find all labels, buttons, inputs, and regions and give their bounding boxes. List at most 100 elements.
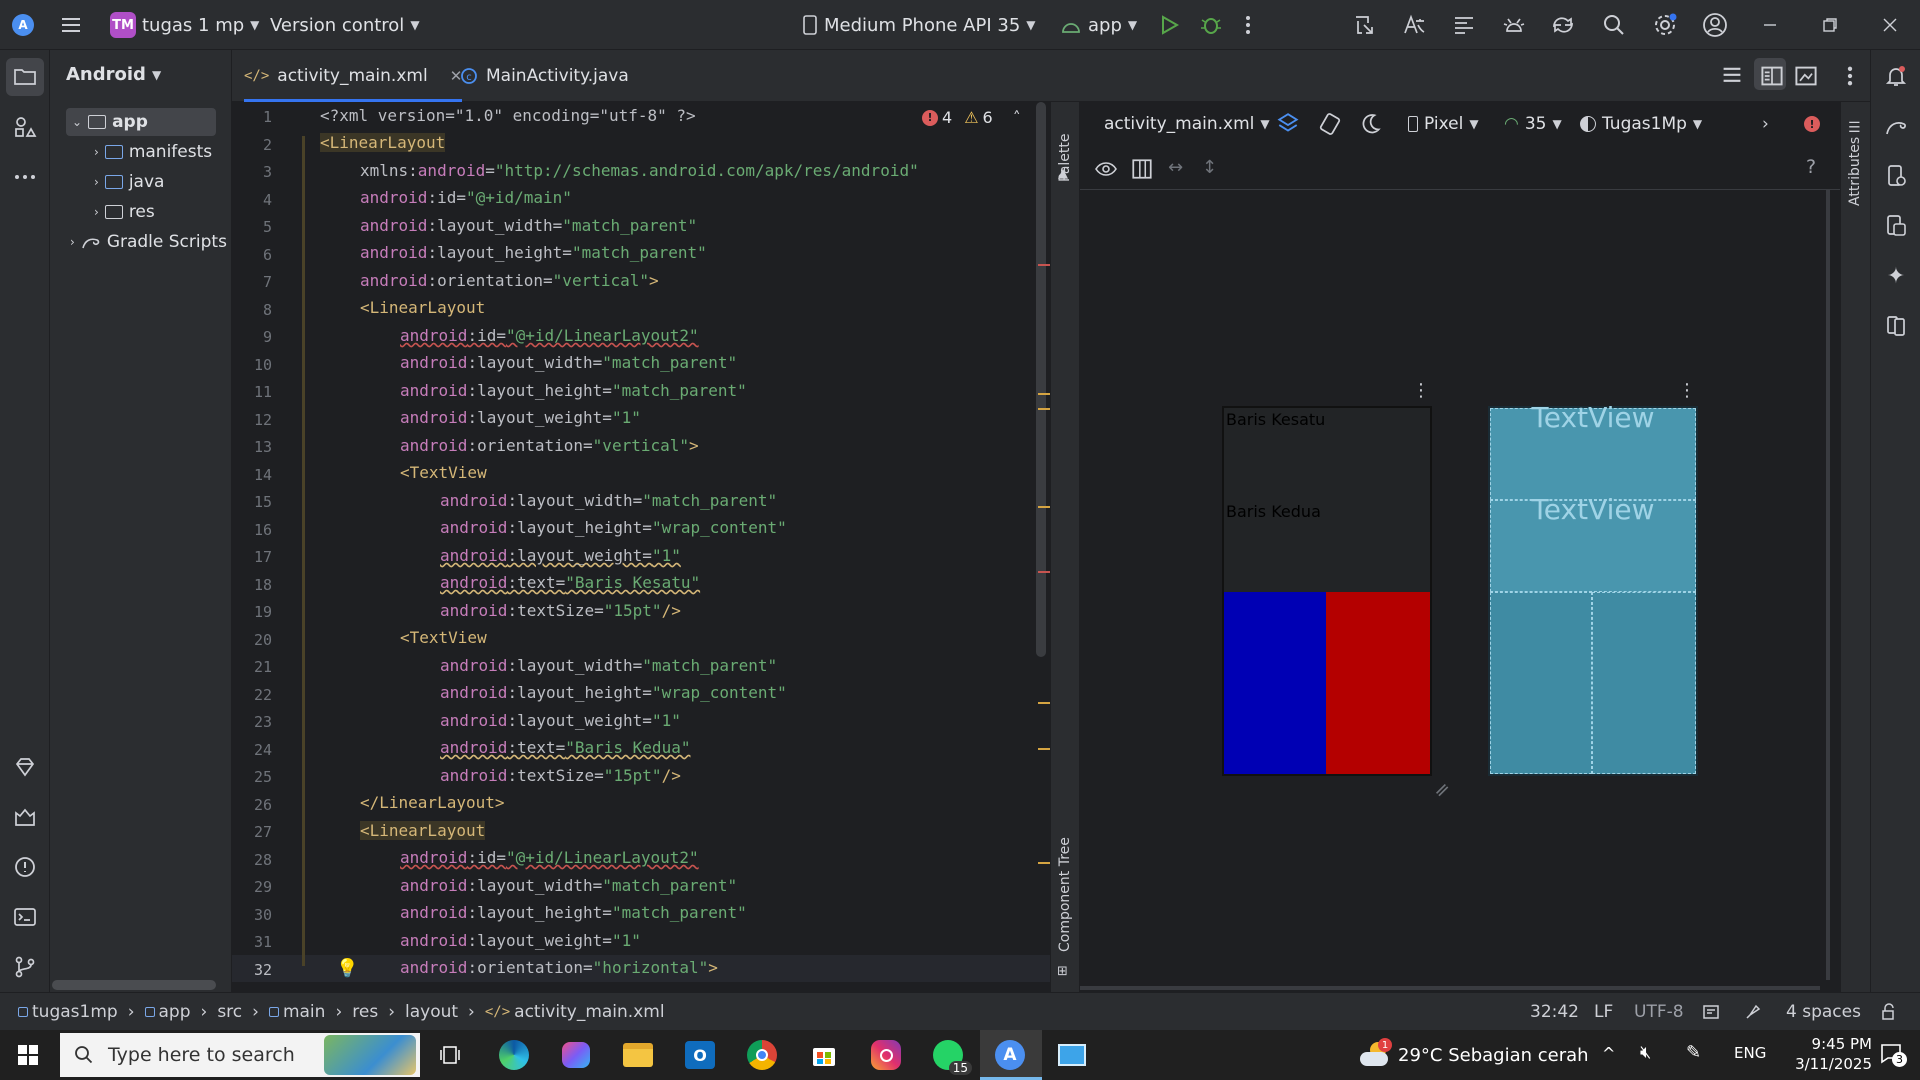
translate-icon[interactable]	[1402, 0, 1426, 50]
file-explorer-icon[interactable]	[618, 1035, 658, 1075]
blueprint-red-view[interactable]	[1592, 592, 1696, 774]
breadcrumb-item[interactable]: src	[217, 1002, 242, 1022]
taskbar-search[interactable]: Type here to search	[60, 1033, 420, 1077]
run-button[interactable]	[1158, 0, 1180, 50]
copilot-icon[interactable]	[556, 1035, 596, 1075]
search-icon[interactable]	[1602, 0, 1626, 50]
breadcrumb-item[interactable]: app	[144, 1002, 191, 1022]
minimize-icon[interactable]	[1762, 0, 1778, 50]
file-encoding[interactable]: UTF-8	[1634, 993, 1684, 1031]
tab-activity-main-xml[interactable]: </> activity_main.xml ✕	[244, 50, 463, 102]
design-surface-icon[interactable]	[1276, 112, 1300, 136]
git-branch-icon[interactable]	[13, 955, 37, 979]
blueprint-textview-2[interactable]: TextView	[1490, 493, 1696, 592]
edge-icon[interactable]	[494, 1035, 534, 1075]
orientation-icon[interactable]	[1318, 112, 1342, 136]
notification-center-icon[interactable]: 3	[1880, 1042, 1907, 1069]
inspection-widget[interactable]: ! 4 ⚠ 6 ˄ ˅	[922, 108, 1045, 127]
blueprint-preview[interactable]: TextView TextView	[1488, 401, 1698, 776]
task-view-icon[interactable]	[430, 1035, 470, 1075]
design-vscrollbar[interactable]	[1826, 190, 1830, 980]
android-studio-logo[interactable]: A	[12, 0, 34, 50]
preview-vertical-layout[interactable]: Baris Kesatu Baris Kedua	[1224, 408, 1430, 592]
project-selector[interactable]: TM tugas 1 mp ▼	[110, 0, 259, 50]
power-save-icon[interactable]	[1744, 993, 1762, 1031]
help-icon[interactable]: ?	[1806, 156, 1816, 178]
more-actions-icon[interactable]	[1245, 0, 1251, 50]
chevron-up-icon[interactable]: ˄	[1013, 108, 1021, 127]
component-tree-tab[interactable]: Component Tree	[1057, 837, 1073, 952]
breadcrumb-item[interactable]: main	[268, 1002, 325, 1022]
restore-icon[interactable]	[1822, 0, 1838, 50]
design-hscrollbar[interactable]	[1080, 986, 1820, 990]
api-level-selector[interactable]: ◠ 35 ▼	[1504, 114, 1562, 134]
design-preview[interactable]: Baris Kesatu Baris Kedua	[1222, 406, 1432, 776]
blueprint-textview-1[interactable]: TextView	[1490, 401, 1696, 500]
close-window-icon[interactable]	[1882, 0, 1898, 50]
eye-icon[interactable]	[1094, 157, 1118, 181]
code-view-icon[interactable]	[1720, 64, 1744, 88]
tree-item-res[interactable]: › res	[94, 198, 155, 226]
line-separator[interactable]: LF	[1594, 993, 1613, 1031]
layout-validation-icon[interactable]	[1884, 314, 1908, 338]
project-scrollbar[interactable]	[52, 980, 216, 990]
microsoft-store-icon[interactable]	[804, 1035, 844, 1075]
running-devices-icon[interactable]	[1884, 214, 1908, 238]
vcs-menu[interactable]: Version control ▼	[270, 0, 420, 50]
blueprint-toggle-icon[interactable]	[1130, 157, 1154, 181]
layout-file-selector[interactable]: activity_main.xml ▼	[1104, 114, 1270, 134]
resource-manager-icon[interactable]	[13, 115, 37, 139]
caret-position[interactable]: 32:42	[1530, 993, 1579, 1031]
resize-handle-icon[interactable]: ═	[1429, 777, 1454, 802]
vertical-resize-icon[interactable]: ↕	[1202, 157, 1217, 178]
editor-scrollbar[interactable]	[1036, 102, 1052, 992]
code-editor[interactable]: 1 2 3 4 5 6 7 8 9 10 11 12 13 14 15 16 17 18 19 20 21 22 23 24 2…	[232, 102, 1050, 992]
main-menu-icon[interactable]	[60, 0, 82, 50]
tree-item-manifests[interactable]: › manifests	[94, 138, 212, 166]
tree-item-java[interactable]: › java	[94, 168, 164, 196]
preview-blue-view[interactable]	[1224, 592, 1326, 774]
clock[interactable]: 9:45 PM 3/11/2025	[1786, 1034, 1872, 1074]
chevron-right-icon[interactable]: ›	[1762, 114, 1769, 134]
windows-start-icon[interactable]	[8, 1035, 48, 1075]
attributes-tab[interactable]: Attributes	[1847, 137, 1863, 206]
terminal-icon[interactable]	[13, 905, 37, 929]
account-icon[interactable]	[1702, 0, 1728, 50]
tree-item-gradle-scripts[interactable]: › Gradle Scripts	[70, 228, 227, 256]
more-tools-icon[interactable]	[13, 165, 37, 189]
device-selector[interactable]: Medium Phone API 35 ▼	[802, 0, 1036, 50]
run-config-selector[interactable]: app ▼	[1060, 0, 1137, 50]
instagram-icon[interactable]	[866, 1035, 906, 1075]
design-view-icon[interactable]	[1794, 64, 1818, 88]
problems-icon[interactable]	[13, 855, 37, 879]
tab-mainactivity-java[interactable]: c MainActivity.java	[460, 50, 629, 102]
chrome-icon[interactable]	[742, 1035, 782, 1075]
volume-muted-icon[interactable]: 🔇︎	[1640, 1042, 1651, 1063]
theme-selector[interactable]: Tugas1Mp ▼	[1580, 114, 1702, 134]
device-explorer-icon[interactable]	[1884, 164, 1908, 188]
error-indicator-icon[interactable]: !	[1804, 116, 1820, 132]
indent-setting[interactable]: 4 spaces	[1786, 993, 1861, 1031]
tree-item-app[interactable]: ⌄ app	[66, 108, 216, 136]
night-mode-icon[interactable]	[1358, 112, 1382, 136]
gemini-sparkle-icon[interactable]: ✦	[1884, 264, 1908, 289]
control-panel-icon[interactable]	[1052, 1035, 1092, 1075]
project-view-selector[interactable]: Android ▼	[66, 64, 161, 85]
android-profiler-icon[interactable]	[1502, 0, 1526, 50]
breadcrumb-item[interactable]: tugas1mp	[18, 1002, 118, 1022]
device-preview-selector[interactable]: Pixel ▼	[1408, 114, 1479, 134]
blueprint-options-icon[interactable]: ⋮	[1678, 380, 1696, 401]
preview-textview-2[interactable]: Baris Kedua	[1226, 502, 1321, 521]
lightbulb-icon[interactable]: 💡	[336, 958, 358, 979]
pen-icon[interactable]: ✎	[1686, 1042, 1701, 1063]
whatsapp-icon[interactable]: 15	[928, 1035, 972, 1075]
debug-button[interactable]	[1200, 0, 1222, 50]
layout-inspector-icon[interactable]	[1452, 0, 1476, 50]
language-indicator[interactable]: ENG	[1734, 1044, 1766, 1062]
device-manager-icon[interactable]	[1352, 0, 1376, 50]
gradle-tool-icon[interactable]	[1884, 114, 1908, 138]
sync-icon[interactable]	[1550, 0, 1576, 50]
breadcrumb-item[interactable]: layout	[405, 1002, 458, 1022]
horizontal-resize-icon[interactable]: ↔	[1168, 157, 1183, 178]
readonly-toggle-icon[interactable]	[1702, 993, 1720, 1031]
